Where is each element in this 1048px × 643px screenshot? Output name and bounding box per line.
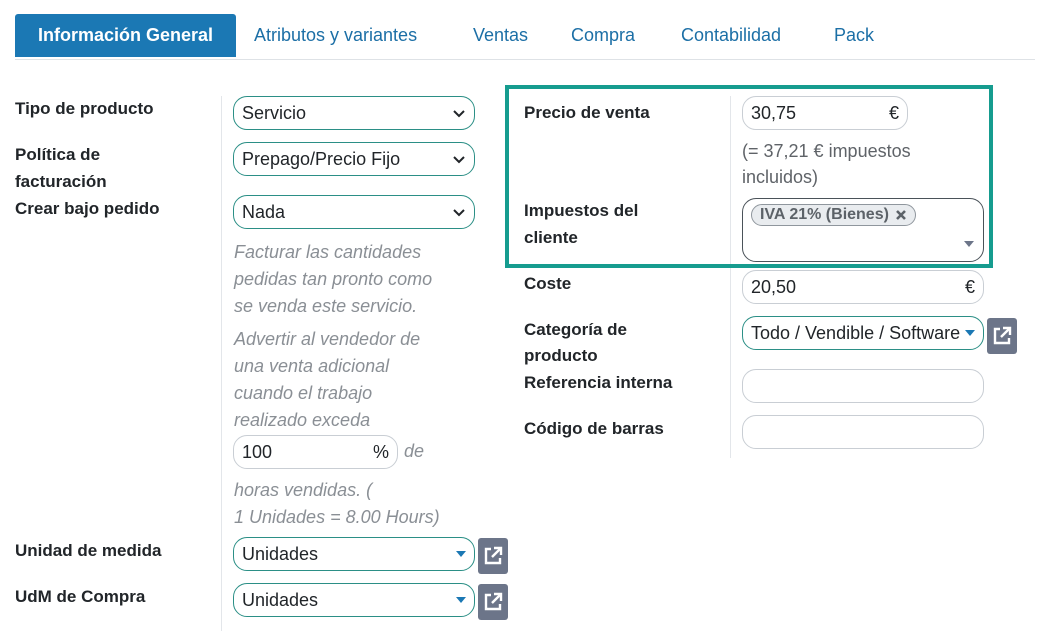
create-on-order-label: Crear bajo pedido — [15, 199, 160, 218]
caret-down-icon — [456, 551, 466, 557]
close-icon[interactable] — [895, 209, 907, 221]
invoice-policy-select[interactable]: Prepago/Precio Fijo — [233, 142, 475, 176]
uom-po-label: UdM de Compra — [15, 587, 146, 606]
tab-informacion-general[interactable]: Información General — [15, 14, 236, 57]
caret-down-icon — [456, 597, 466, 603]
tax-included-note: (= 37,21 € impuestos incluidos) — [742, 141, 911, 187]
invoice-policy-label-line2: facturación — [15, 172, 107, 191]
create-on-order-value: Nada — [242, 201, 286, 222]
sale-price-input[interactable]: 30,75 € — [742, 96, 908, 130]
sale-price-label: Precio de venta — [524, 103, 650, 122]
internal-ref-label: Referencia interna — [524, 373, 673, 392]
uom-external-link-button[interactable] — [478, 538, 508, 574]
percent-symbol: % — [372, 441, 389, 462]
sale-price-value: 30,75 — [751, 102, 797, 123]
left-column-divider — [221, 96, 222, 631]
tab-ventas[interactable]: Ventas — [473, 14, 528, 57]
invoice-policy-label-line1: Política de — [15, 145, 101, 164]
product-type-value: Servicio — [242, 102, 307, 123]
internal-ref-input[interactable] — [742, 369, 984, 403]
uom-label: Unidad de medida — [15, 541, 162, 560]
category-value: Todo / Vendible / Software — [751, 322, 961, 343]
invoice-policy-value: Prepago/Precio Fijo — [242, 148, 401, 169]
uom-po-value: Unidades — [242, 589, 319, 610]
caret-down-icon — [965, 330, 975, 336]
external-link-icon — [484, 546, 503, 565]
category-select[interactable]: Todo / Vendible / Software — [742, 316, 984, 350]
cost-label: Coste — [524, 274, 572, 293]
chevron-down-icon — [453, 110, 465, 118]
customer-taxes-label-line2: cliente — [524, 228, 578, 247]
barcode-label: Código de barras — [524, 419, 664, 438]
product-type-select[interactable]: Servicio — [233, 96, 475, 130]
customer-taxes-label-line1: Impuestos del — [524, 201, 639, 220]
uom-po-select[interactable]: Unidades — [233, 583, 475, 617]
tab-pack[interactable]: Pack — [834, 14, 874, 57]
help-text-invoice: Facturar las cantidades pedidas tan pron… — [234, 242, 433, 316]
uom-value: Unidades — [242, 543, 319, 564]
product-type-label: Tipo de producto — [15, 99, 154, 118]
help-text-de: de — [404, 441, 425, 461]
category-external-link-button[interactable] — [987, 318, 1017, 354]
customer-taxes-field[interactable]: IVA 21% (Bienes) — [742, 198, 984, 262]
category-label-line2: producto — [524, 346, 598, 365]
create-on-order-select[interactable]: Nada — [233, 195, 475, 229]
category-label-line1: Categoría de — [524, 320, 627, 339]
upsell-threshold-input[interactable]: 100 % — [233, 435, 398, 469]
caret-down-icon — [964, 241, 974, 247]
barcode-input[interactable] — [742, 415, 984, 449]
tax-tag-label: IVA 21% (Bienes) — [760, 206, 889, 223]
tab-contabilidad[interactable]: Contabilidad — [681, 14, 781, 57]
tab-compra[interactable]: Compra — [571, 14, 635, 57]
help-text-hours: horas vendidas. ( 1 Unidades = 8.00 Hour… — [234, 480, 440, 527]
chevron-down-icon — [453, 209, 465, 217]
uom-select[interactable]: Unidades — [233, 537, 475, 571]
cost-input[interactable]: 20,50 € — [742, 270, 984, 304]
chevron-down-icon — [453, 156, 465, 164]
tax-tag: IVA 21% (Bienes) — [751, 204, 916, 226]
upsell-threshold-value: 100 — [242, 441, 273, 462]
notebook-tabs: Información General Atributos y variante… — [15, 14, 1035, 60]
external-link-icon — [484, 592, 503, 611]
tab-atributos-variantes[interactable]: Atributos y variantes — [254, 14, 417, 57]
help-text-upsell: Advertir al vendedor de una venta adicio… — [234, 329, 421, 430]
cost-value: 20,50 — [751, 276, 797, 297]
currency-symbol: € — [964, 276, 975, 297]
currency-symbol: € — [888, 102, 899, 123]
external-link-icon — [993, 326, 1012, 345]
uom-po-external-link-button[interactable] — [478, 584, 508, 620]
